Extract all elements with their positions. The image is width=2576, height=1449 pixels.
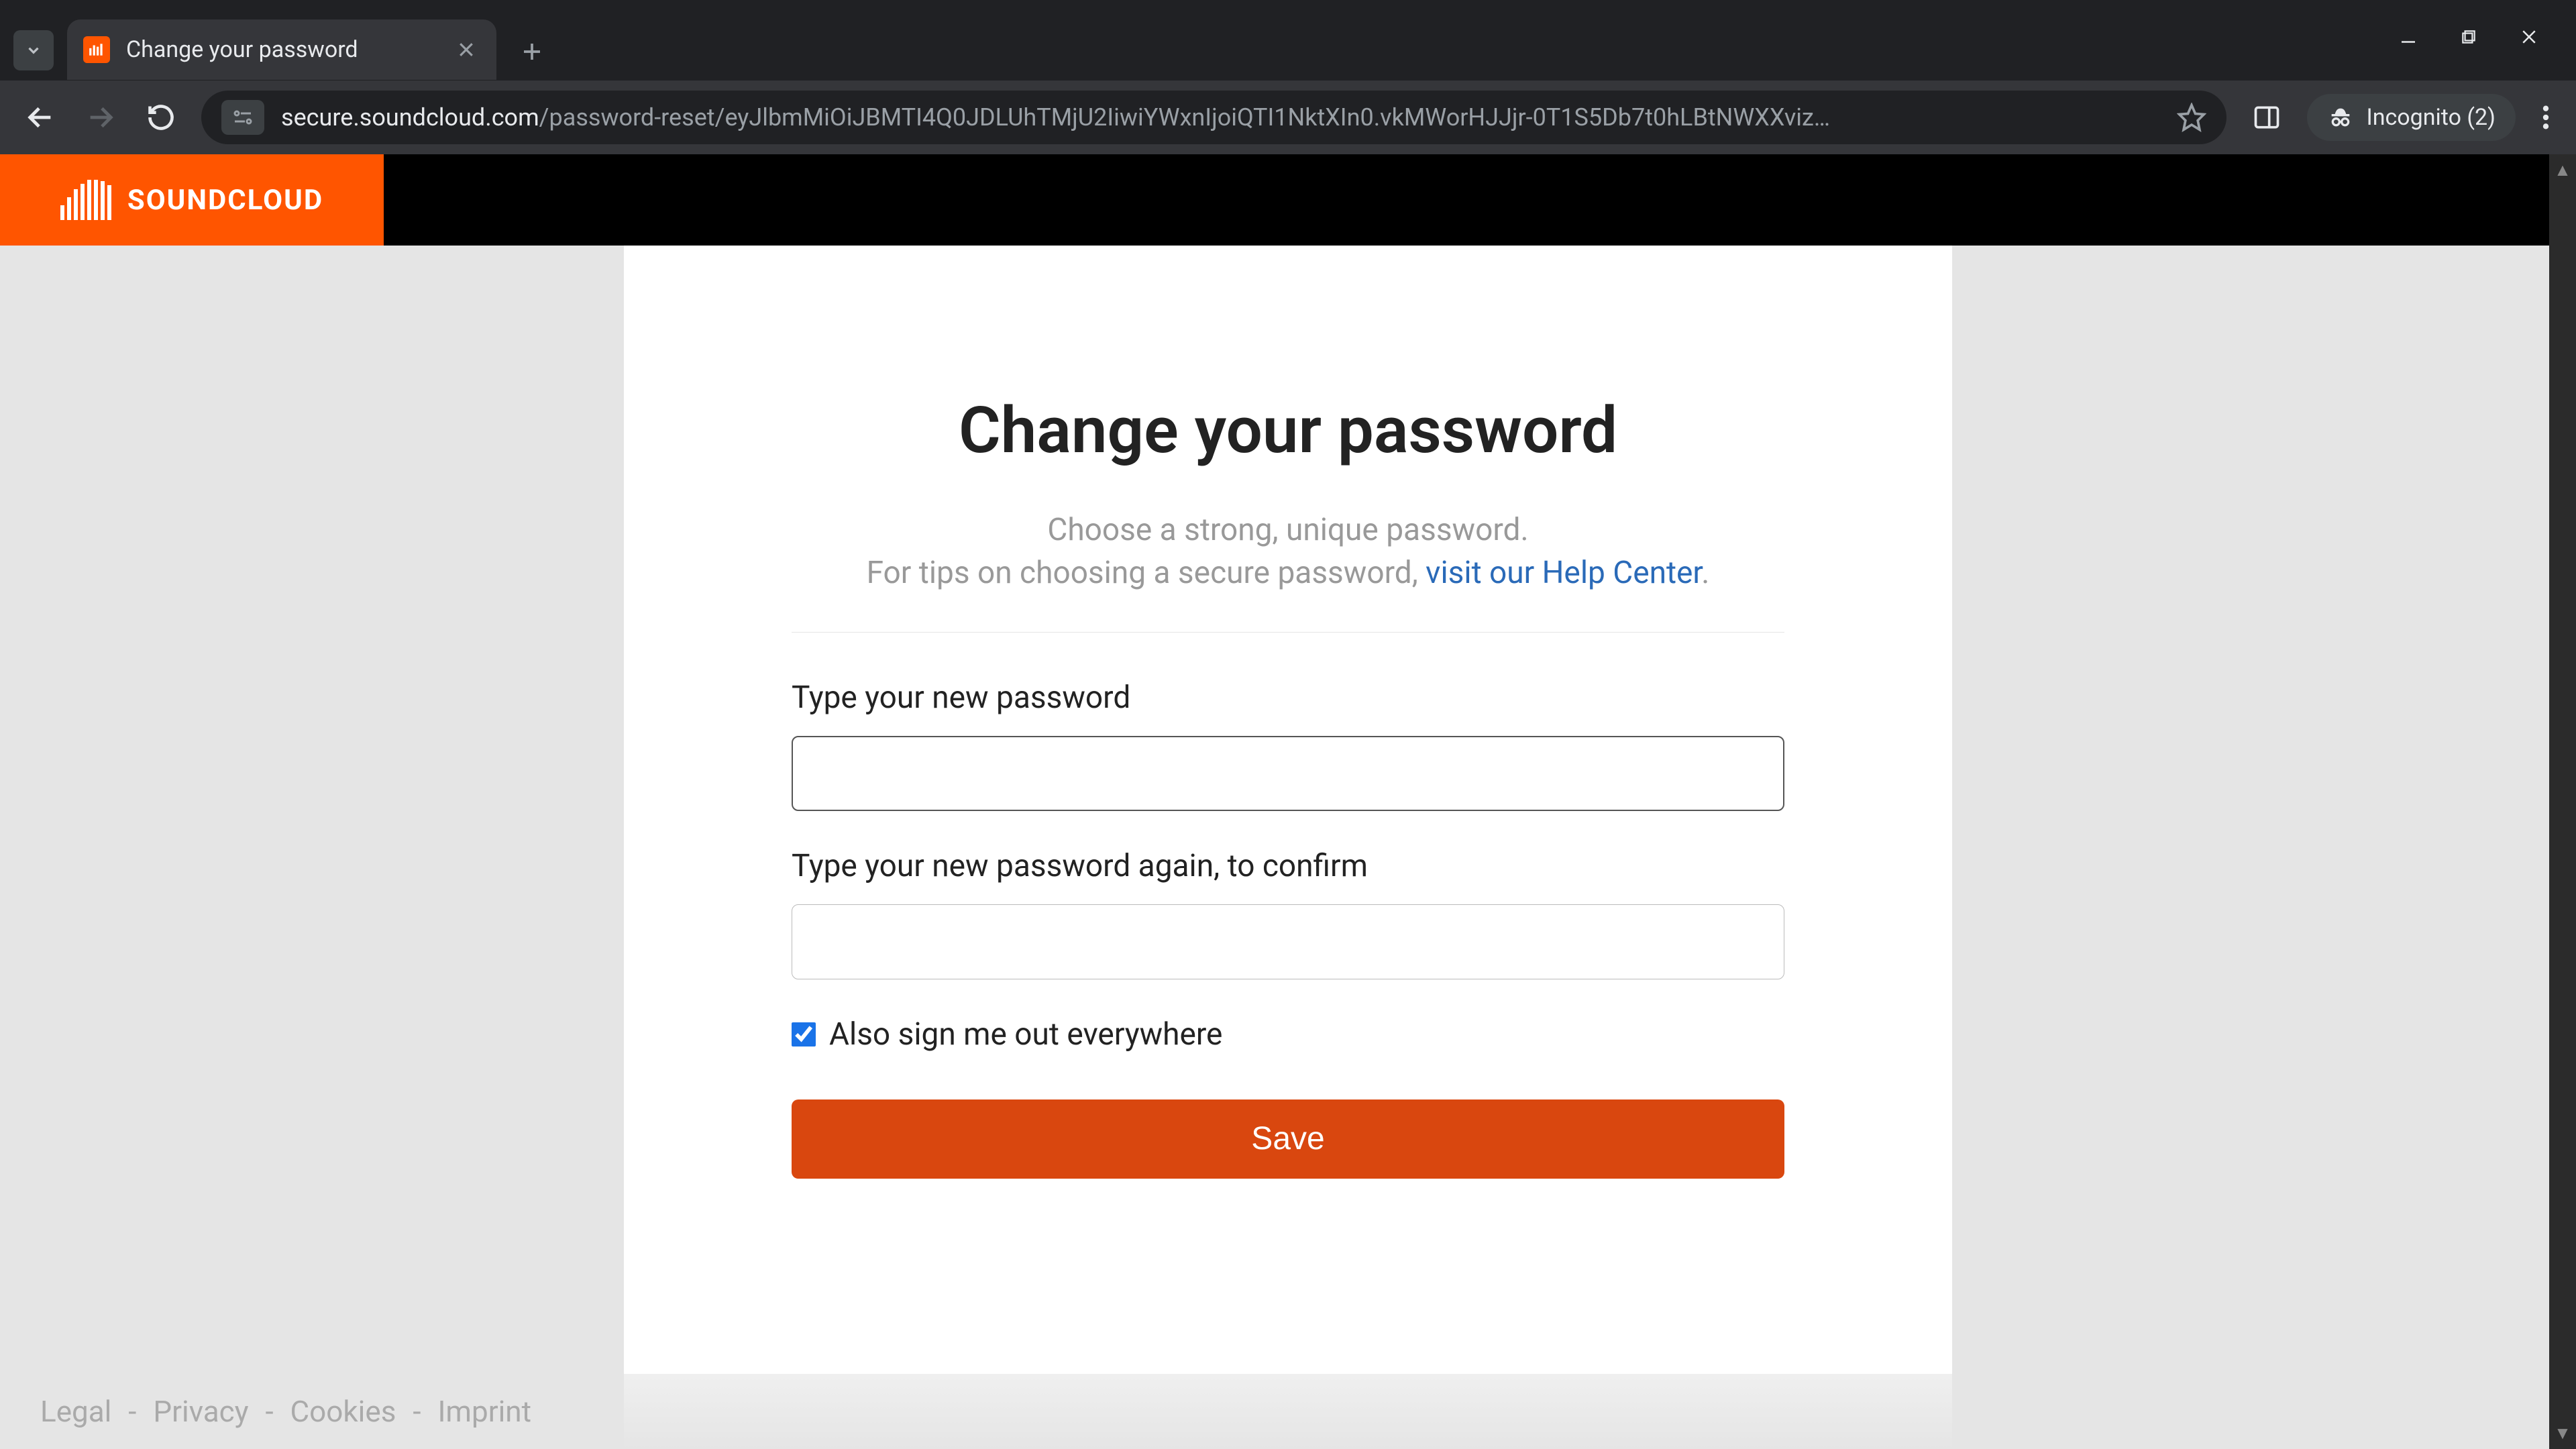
browser-tab[interactable]: Change your password — [67, 19, 496, 80]
url-text: secure.soundcloud.com/password-reset/eyJ… — [281, 103, 2160, 131]
scroll-down-arrow[interactable]: ▼ — [2554, 1423, 2571, 1444]
site-header: SOUNDCLOUD — [0, 154, 2576, 246]
password-form-card: Change your password Choose a strong, un… — [624, 246, 1952, 1449]
scroll-up-arrow[interactable]: ▲ — [2554, 160, 2571, 180]
soundcloud-logo-icon — [60, 180, 111, 220]
incognito-label: Incognito (2) — [2366, 104, 2496, 131]
close-window-button[interactable] — [2516, 23, 2542, 50]
signout-checkbox-label[interactable]: Also sign me out everywhere — [829, 1016, 1222, 1053]
window-controls — [2395, 0, 2576, 50]
side-panel-button[interactable] — [2247, 97, 2287, 138]
minimize-button[interactable] — [2395, 23, 2422, 50]
new-password-label: Type your new password — [792, 680, 1784, 716]
tab-close-button[interactable] — [456, 40, 476, 60]
tab-strip: Change your password — [0, 0, 2395, 80]
subtitle-line2-prefix: For tips on choosing a secure password, — [867, 555, 1426, 591]
help-center-link[interactable]: visit our Help Center — [1426, 555, 1701, 591]
browser-toolbar: secure.soundcloud.com/password-reset/eyJ… — [0, 80, 2576, 154]
address-bar[interactable]: secure.soundcloud.com/password-reset/eyJ… — [201, 91, 2226, 144]
content-area: Change your password Choose a strong, un… — [0, 246, 2576, 1449]
confirm-password-input[interactable] — [792, 904, 1784, 979]
footer-link-privacy[interactable]: Privacy — [153, 1394, 248, 1429]
footer-link-cookies[interactable]: Cookies — [290, 1394, 396, 1429]
new-tab-button[interactable] — [520, 40, 553, 64]
page-subtitle: Choose a strong, unique password. For ti… — [792, 508, 1784, 633]
subtitle-line2-suffix: . — [1701, 555, 1709, 591]
reload-button[interactable] — [141, 97, 181, 138]
vertical-scrollbar[interactable]: ▲ ▼ — [2549, 154, 2576, 1449]
browser-menu-button[interactable] — [2536, 104, 2556, 131]
url-path: /password-reset/eyJlbmMiOiJBMTI4Q0JDLUhT… — [539, 103, 1830, 131]
tab-title: Change your password — [126, 36, 436, 63]
back-button[interactable] — [20, 97, 60, 138]
incognito-indicator[interactable]: Incognito (2) — [2307, 94, 2516, 141]
signout-everywhere-checkbox[interactable] — [792, 1022, 816, 1046]
soundcloud-logo-text: SOUNDCLOUD — [127, 184, 323, 217]
footer-link-imprint[interactable]: Imprint — [437, 1394, 531, 1429]
subtitle-line1: Choose a strong, unique password. — [1047, 512, 1528, 548]
footer-link-legal[interactable]: Legal — [40, 1394, 111, 1429]
footer-separator: - — [413, 1394, 421, 1429]
browser-titlebar: Change your password — [0, 0, 2576, 80]
new-password-input[interactable] — [792, 736, 1784, 811]
signout-checkbox-row: Also sign me out everywhere — [792, 1016, 1784, 1053]
site-info-button[interactable] — [221, 100, 264, 135]
footer-separator: - — [128, 1394, 136, 1429]
bookmark-button[interactable] — [2177, 103, 2206, 132]
page-title: Change your password — [792, 393, 1784, 468]
url-domain: secure.soundcloud.com — [281, 103, 539, 131]
tab-search-button[interactable] — [13, 30, 54, 70]
incognito-icon — [2327, 104, 2354, 131]
maximize-button[interactable] — [2455, 23, 2482, 50]
forward-button[interactable] — [80, 97, 121, 138]
save-button[interactable]: Save — [792, 1099, 1784, 1179]
page-footer: Legal - Privacy - Cookies - Imprint — [0, 1374, 2549, 1449]
page-viewport: SOUNDCLOUD Change your password Choose a… — [0, 154, 2576, 1449]
soundcloud-logo[interactable]: SOUNDCLOUD — [0, 154, 384, 246]
confirm-password-label: Type your new password again, to confirm — [792, 848, 1784, 884]
footer-separator: - — [265, 1394, 273, 1429]
tab-favicon — [83, 36, 110, 63]
